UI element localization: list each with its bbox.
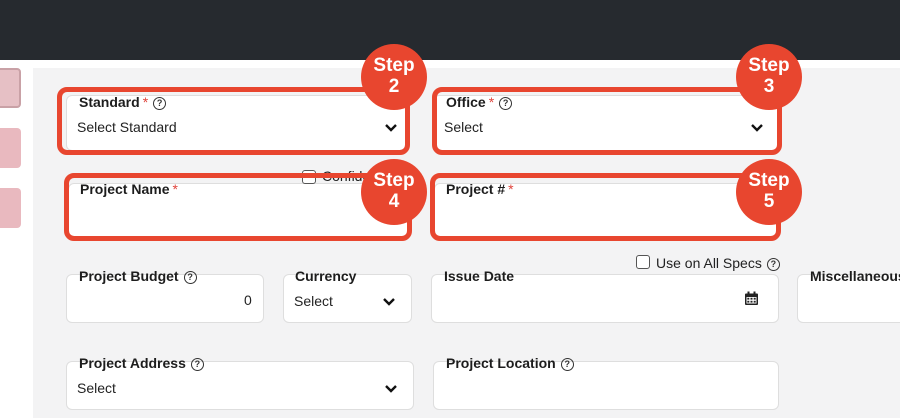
miscellaneous-label: Miscellaneous	[810, 268, 900, 284]
rail-button-1[interactable]	[0, 68, 21, 108]
issue-date-label: Issue Date	[444, 268, 515, 284]
left-rail	[0, 60, 32, 418]
step-4-badge: Step 4	[361, 159, 427, 225]
calendar-icon[interactable]	[744, 291, 759, 306]
step-3-badge: Step 3	[736, 44, 802, 110]
chevron-down-icon[interactable]	[382, 297, 396, 307]
help-icon[interactable]: ?	[183, 271, 197, 284]
step-4-highlight	[64, 173, 412, 241]
step-3-highlight	[432, 87, 782, 155]
step-2-badge: Step 2	[361, 44, 427, 110]
currency-label: Currency	[295, 268, 357, 284]
help-icon[interactable]: ?	[766, 258, 780, 271]
chevron-down-icon[interactable]	[384, 384, 398, 394]
rail-button-2[interactable]	[0, 128, 21, 168]
project-budget-value: 0	[244, 292, 252, 308]
help-icon[interactable]: ?	[190, 358, 204, 371]
rail-button-3[interactable]	[0, 188, 21, 228]
project-address-value: Select	[77, 380, 116, 396]
step-5-highlight	[430, 173, 781, 241]
project-address-label: Project Address?	[79, 355, 204, 371]
use-on-all-specs-label: Use on All Specs?	[656, 255, 780, 271]
step-2-highlight	[57, 87, 410, 155]
project-location-label: Project Location?	[446, 355, 574, 371]
currency-value: Select	[294, 293, 333, 309]
help-icon[interactable]: ?	[560, 358, 574, 371]
project-budget-label: Project Budget?	[79, 268, 197, 284]
use-on-all-specs-checkbox[interactable]	[636, 255, 650, 269]
step-5-badge: Step 5	[736, 159, 802, 225]
